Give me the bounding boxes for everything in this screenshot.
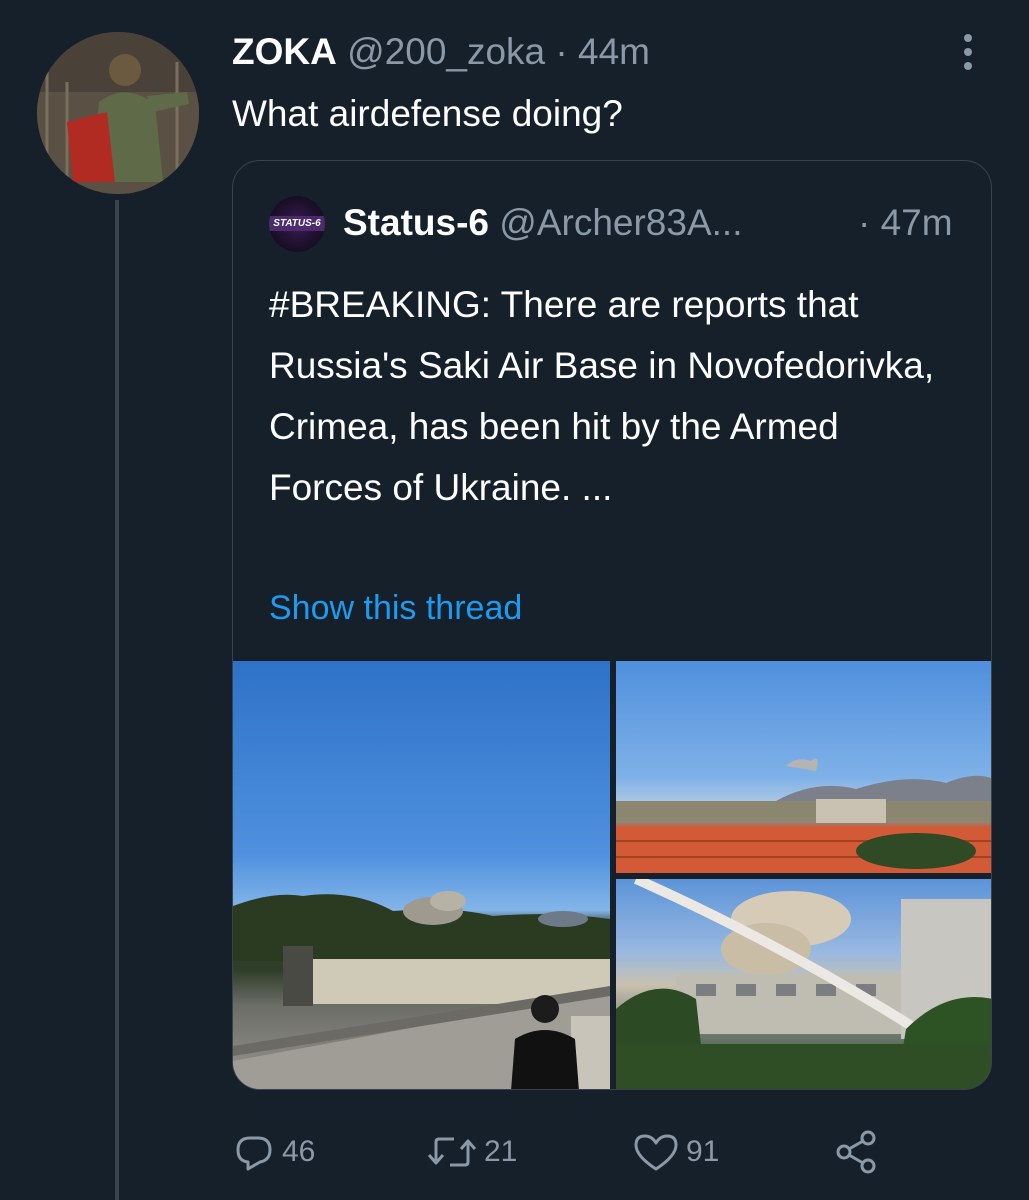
retweet-icon[interactable]	[426, 1130, 478, 1174]
quoted-author-handle[interactable]: @Archer83A...	[499, 202, 742, 243]
quoted-tweet-card[interactable]: STATUS-6 Status-6 @Archer83A... · 47m #B…	[232, 160, 992, 1090]
tweet-text: What airdefense doing?	[232, 93, 623, 134]
reply-action[interactable]: 46	[232, 1122, 315, 1182]
like-action[interactable]: 91	[632, 1122, 719, 1182]
tweet-action-bar: 46 21 91	[232, 1122, 932, 1182]
author-avatar[interactable]	[37, 32, 199, 194]
reply-icon[interactable]	[232, 1130, 276, 1174]
author-handle[interactable]: @200_zoka	[347, 31, 545, 72]
header-separator: ·	[555, 31, 568, 72]
thread-connector-line	[115, 200, 119, 1200]
media-image-2[interactable]	[616, 661, 991, 873]
media-image-1[interactable]	[233, 661, 610, 1089]
quoted-author-display-name[interactable]: Status-6	[343, 202, 489, 243]
share-icon[interactable]	[832, 1128, 880, 1176]
retweet-count: 21	[484, 1135, 518, 1168]
quoted-tweet-text: #BREAKING: There are reports that Russia…	[269, 284, 935, 508]
media-grid	[233, 661, 991, 1089]
tweet-header: ZOKA @200_zoka · 44m	[232, 30, 650, 74]
author-display-name[interactable]: ZOKA	[232, 31, 337, 72]
quoted-header-separator: ·	[858, 202, 871, 243]
show-thread-link[interactable]: Show this thread	[269, 586, 522, 630]
quoted-author-avatar[interactable]: STATUS-6	[269, 196, 325, 252]
retweet-action[interactable]: 21	[426, 1122, 517, 1182]
quoted-tweet-time[interactable]: 47m	[881, 202, 953, 243]
quoted-avatar-logo-text: STATUS-6	[269, 216, 325, 231]
quoted-tweet-header: Status-6 @Archer83A...	[343, 201, 742, 245]
quoted-tweet-time-group: · 47m	[858, 201, 953, 245]
like-count: 91	[686, 1135, 720, 1168]
heart-icon[interactable]	[632, 1130, 680, 1174]
share-action[interactable]	[832, 1122, 880, 1182]
media-image-3[interactable]	[616, 879, 991, 1089]
tweet-time[interactable]: 44m	[578, 31, 650, 72]
avatar-photo	[37, 32, 199, 194]
more-vertical-icon[interactable]	[950, 30, 986, 74]
reply-count: 46	[282, 1135, 316, 1168]
